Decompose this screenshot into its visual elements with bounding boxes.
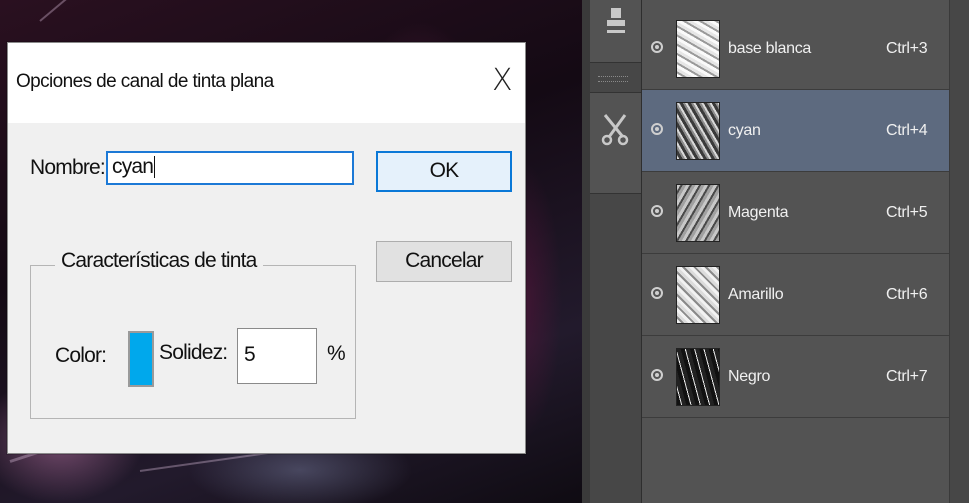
channel-shortcut: Ctrl+5 — [886, 204, 928, 221]
channel-row-amarillo[interactable]: Amarillo Ctrl+6 — [642, 254, 949, 336]
channel-thumbnail — [676, 266, 720, 324]
channel-name: cyan — [728, 122, 761, 139]
channel-name: Negro — [728, 368, 771, 385]
channel-thumbnail — [676, 348, 720, 406]
ok-button[interactable]: OK — [376, 151, 512, 192]
solidity-input[interactable]: 5 — [237, 328, 317, 384]
channel-thumbnail — [676, 20, 720, 78]
visibility-eye-icon[interactable] — [651, 205, 663, 217]
channel-name: Amarillo — [728, 286, 784, 303]
channel-shortcut: Ctrl+7 — [886, 368, 928, 385]
ink-group-title: Características de tinta — [55, 249, 263, 273]
channels-panel: base blanca Ctrl+3 cyan Ctrl+4 Magenta C… — [642, 0, 969, 503]
percent-label: % — [327, 342, 346, 365]
tool-column — [590, 0, 642, 503]
cancel-button[interactable]: Cancelar — [376, 241, 512, 282]
stamp-icon[interactable] — [590, 6, 641, 43]
channel-row-cyan[interactable]: cyan Ctrl+4 — [642, 90, 949, 172]
name-label: Nombre: — [30, 156, 106, 179]
panel-grip[interactable] — [598, 76, 628, 82]
scissors-icon[interactable] — [590, 111, 641, 154]
visibility-eye-icon[interactable] — [651, 123, 663, 135]
dialog-title: Opciones de canal de tinta plana — [16, 71, 274, 92]
color-label: Color: — [55, 344, 107, 367]
visibility-eye-icon[interactable] — [651, 41, 663, 53]
channel-row-base-blanca[interactable]: base blanca Ctrl+3 — [642, 8, 949, 90]
channel-shortcut: Ctrl+6 — [886, 286, 928, 303]
channel-name: Magenta — [728, 204, 789, 221]
channel-shortcut: Ctrl+3 — [886, 40, 928, 57]
channel-row-magenta[interactable]: Magenta Ctrl+5 — [642, 172, 949, 254]
ink-characteristics-group: Características de tinta Color: Solidez:… — [30, 249, 356, 419]
close-icon[interactable]: X — [492, 63, 513, 98]
visibility-eye-icon[interactable] — [651, 287, 663, 299]
dialog-titlebar[interactable]: Opciones de canal de tinta plana X — [8, 43, 525, 123]
tool-block — [590, 92, 641, 194]
visibility-eye-icon[interactable] — [651, 369, 663, 381]
tool-top-section — [590, 0, 641, 63]
panel-scroll-rail[interactable] — [949, 0, 969, 503]
color-swatch[interactable] — [128, 331, 154, 387]
channel-row-negro[interactable]: Negro Ctrl+7 — [642, 336, 949, 418]
name-input[interactable]: cyan — [106, 151, 354, 185]
panel-gutter — [582, 0, 590, 503]
spot-channel-options-dialog: Opciones de canal de tinta plana X Nombr… — [7, 42, 526, 454]
channel-shortcut: Ctrl+4 — [886, 122, 928, 139]
channel-thumbnail — [676, 102, 720, 160]
text-caret — [154, 156, 156, 179]
solidity-label: Solidez: — [159, 341, 228, 364]
channel-name: base blanca — [728, 40, 811, 57]
name-input-value: cyan — [112, 155, 154, 178]
channel-thumbnail — [676, 184, 720, 242]
